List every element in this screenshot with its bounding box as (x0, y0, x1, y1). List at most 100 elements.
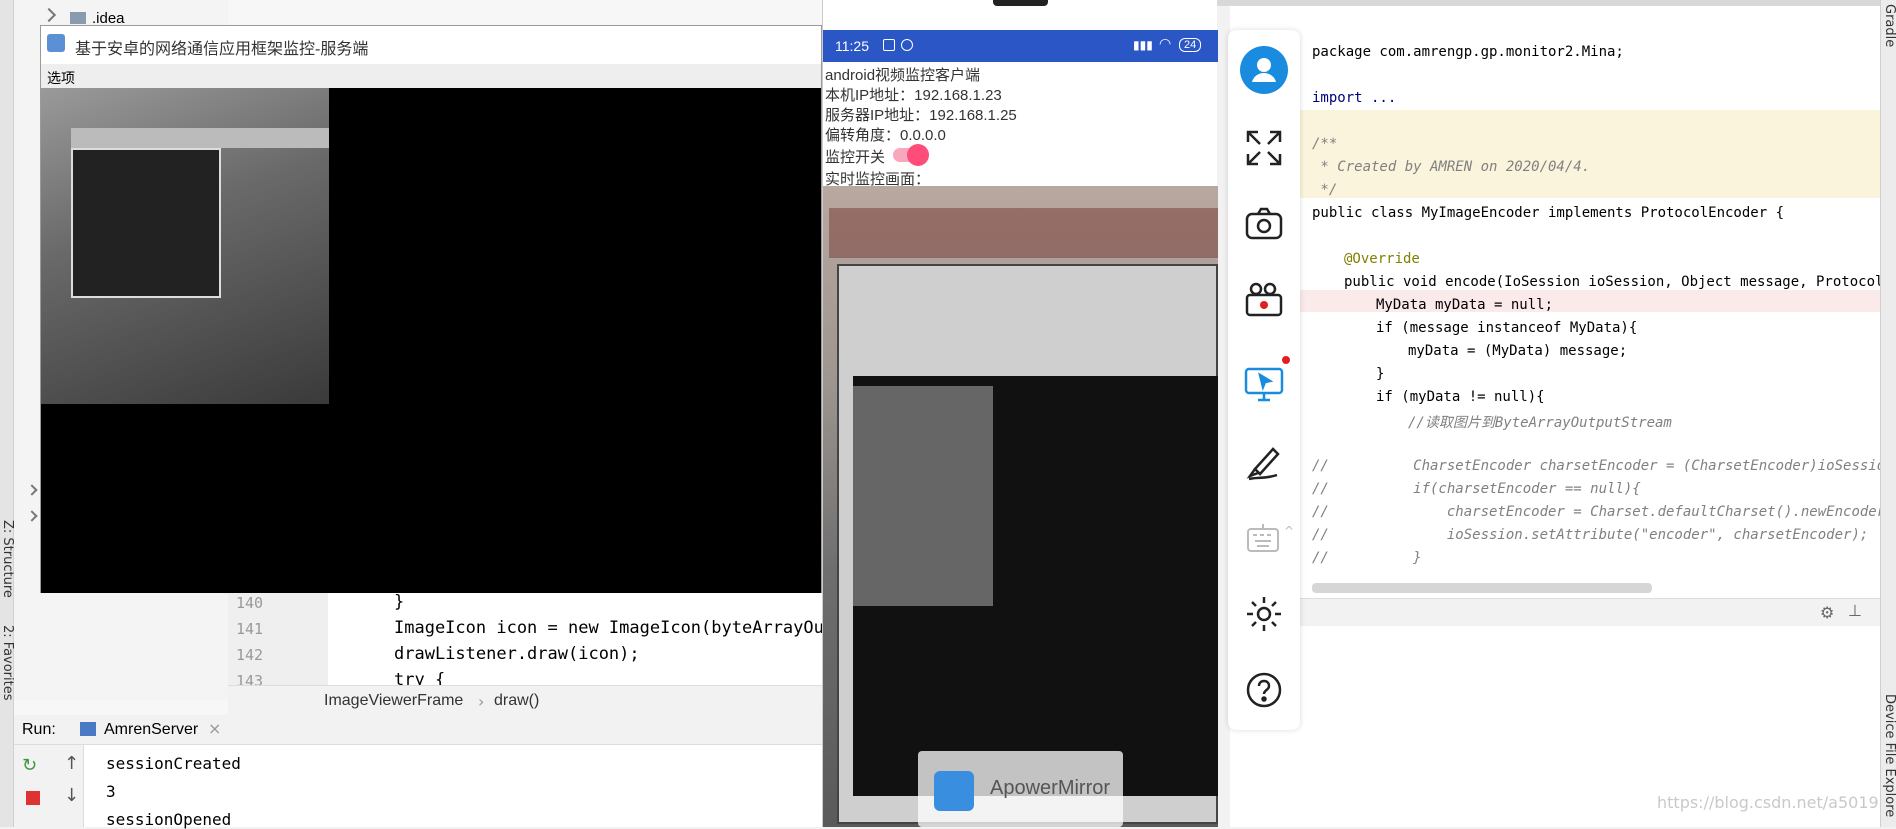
run-label: Run: (22, 721, 56, 738)
notification-dot (1282, 356, 1290, 364)
wifi-icon: ◠ (1159, 36, 1172, 52)
fullscreen-icon[interactable] (1240, 124, 1288, 172)
app-icon (80, 722, 96, 736)
horizontal-scrollbar[interactable] (1312, 583, 1652, 593)
menu-bar: 选项 (41, 64, 821, 88)
code-line: //读取图片到ByteArrayOutputStream (1408, 415, 1672, 431)
breadcrumb: ImageViewerFrame › draw() (228, 685, 822, 715)
run-header: Run: AmrenServer × (14, 715, 822, 745)
apowermirror-logo-icon (934, 771, 974, 811)
battery-icon: 24 (1179, 38, 1202, 52)
code-line: } (394, 592, 405, 612)
arrow-down-icon[interactable]: ↓ (64, 785, 79, 806)
signal-icon: ▮▮▮ (1133, 38, 1153, 52)
code-line: // } (1312, 550, 1422, 566)
code-line: import ... (1312, 90, 1397, 106)
console-line: sessionOpened (106, 810, 232, 829)
apowermirror-watermark: ApowerMirror (918, 751, 1123, 827)
code-line: if (myData != null){ (1376, 389, 1545, 405)
window-title: 基于安卓的网络通信应用框架监控-服务端 (75, 41, 369, 58)
whiteboard-icon[interactable] (1240, 438, 1288, 486)
code-line: @Override (1344, 251, 1420, 267)
code-line: public void encode(IoSession ioSession, … (1344, 274, 1896, 290)
code-line: } (1376, 366, 1385, 382)
phone-mirror: 11:25 ▮▮▮ ◠ 24 android视频监控客户端 本机IP地址：192… (822, 0, 1218, 827)
line-number: 140 (236, 594, 264, 612)
received-frame-image (41, 88, 329, 404)
local-ip: 本机IP地址：192.168.1.23 (825, 87, 1002, 104)
comment-highlight (1300, 110, 1880, 198)
keyboard-icon[interactable]: ^ (1240, 514, 1294, 562)
user-icon[interactable] (1240, 46, 1288, 94)
breadcrumb-method[interactable]: draw() (494, 692, 539, 710)
window-title-bar[interactable]: 基于安卓的网络通信应用框架监控-服务端 (41, 26, 821, 64)
settings-icon[interactable] (1240, 590, 1288, 638)
rerun-icon[interactable]: ↻ (22, 755, 37, 776)
code-line: drawListener.draw(icon); (394, 644, 640, 664)
apowermirror-toolbar: ^ (1228, 30, 1300, 730)
editor-status-bar: ⚙ ⊥ (1300, 598, 1880, 626)
run-tab-amrenserver[interactable]: AmrenServer (104, 721, 198, 739)
structure-tab[interactable]: Z: Structure (0, 520, 15, 598)
status-bar: 11:25 ▮▮▮ ◠ 24 (823, 30, 1218, 62)
record-icon[interactable] (1240, 276, 1288, 324)
line-number: 142 (236, 646, 264, 664)
code-line: public class MyImageEncoder implements P… (1312, 205, 1785, 221)
java-app-icon (47, 34, 65, 52)
arrow-up-icon[interactable]: ↑ (64, 753, 79, 774)
chevron-right-icon[interactable] (26, 510, 38, 522)
app-title: android视频监控客户端 (825, 67, 981, 84)
close-icon[interactable]: × (208, 719, 221, 738)
code-line: // charsetEncoder = Charset.defaultChars… (1312, 504, 1894, 520)
code-line: /** (1312, 136, 1338, 152)
code-line: ImageIcon icon = new ImageIcon(byteArray… (394, 618, 886, 638)
collapse-icon[interactable]: ⊥ (1848, 601, 1862, 620)
phone-notch (993, 0, 1048, 6)
breadcrumb-separator-icon: › (478, 692, 485, 711)
sync-icon (901, 39, 913, 51)
line-number: 141 (236, 620, 264, 638)
switch-knob (907, 144, 929, 166)
editor-gutter: 140 141 142 143 (228, 590, 328, 690)
chevron-right-icon[interactable] (26, 484, 38, 496)
menu-options[interactable]: 选项 (47, 68, 75, 88)
run-toolbar: ↻ ↑ ↓ (14, 745, 84, 827)
code-line: // ioSession.setAttribute("encoder", cha… (1312, 527, 1869, 543)
code-editor[interactable]: } ImageIcon icon = new ImageIcon(byteArr… (328, 590, 885, 690)
server-monitor-window: 基于安卓的网络通信应用框架监控-服务端 选项 (40, 25, 822, 593)
gear-icon[interactable]: ⚙ (1820, 603, 1834, 622)
code-line: myData = (MyData) message; (1408, 343, 1628, 359)
chevron-right-icon[interactable] (41, 7, 57, 23)
server-ip: 服务器IP地址：192.168.1.25 (825, 107, 1017, 124)
code-line: if (message instanceof MyData){ (1376, 320, 1638, 336)
code-line: MyData myData = null; (1376, 297, 1554, 313)
favorites-tab[interactable]: 2: Favorites (0, 625, 15, 701)
status-time: 11:25 (835, 38, 869, 54)
console-line: sessionCreated (106, 754, 241, 773)
watermark-text: ApowerMirror (990, 777, 1111, 799)
code-line: // CharsetEncoder charsetEncoder = (Char… (1312, 458, 1894, 474)
breadcrumb-class[interactable]: ImageViewerFrame (324, 692, 463, 710)
help-icon[interactable] (1240, 666, 1288, 714)
notification-icon (883, 39, 895, 51)
chevron-up-icon: ^ (1284, 524, 1295, 538)
gradle-tab[interactable]: Gradle (1882, 4, 1896, 47)
ide-top-strip (1217, 0, 1896, 6)
code-line: package com.amrengp.gp.monitor2.Mina; (1312, 44, 1624, 60)
monitor-switch[interactable] (893, 144, 929, 166)
camera-preview: ApowerMirror (823, 186, 1218, 827)
stop-icon[interactable] (26, 791, 40, 805)
angle-readout: 偏转角度：0.0.0.0 (825, 127, 946, 144)
right-tool-stripe: Gradle Device File Explore (1880, 0, 1896, 827)
folder-icon (70, 12, 86, 24)
screenshot-icon[interactable] (1240, 200, 1288, 248)
code-line: */ (1312, 182, 1338, 198)
code-editor-right[interactable]: package com.amrengp.gp.monitor2.Mina; im… (1300, 28, 1896, 598)
csdn-watermark: https://blog.csdn.net/a50195672 (1657, 793, 1896, 812)
cast-icon[interactable] (1240, 356, 1290, 408)
code-line: // if(charsetEncoder == null){ (1312, 481, 1641, 497)
device-file-explorer-tab[interactable]: Device File Explore (1882, 694, 1896, 817)
code-line: * Created by AMREN on 2020/04/4. (1312, 159, 1591, 175)
monitor-switch-label: 监控开关 (825, 149, 886, 166)
left-tool-stripe: Z: Structure 2: Favorites (0, 0, 15, 827)
